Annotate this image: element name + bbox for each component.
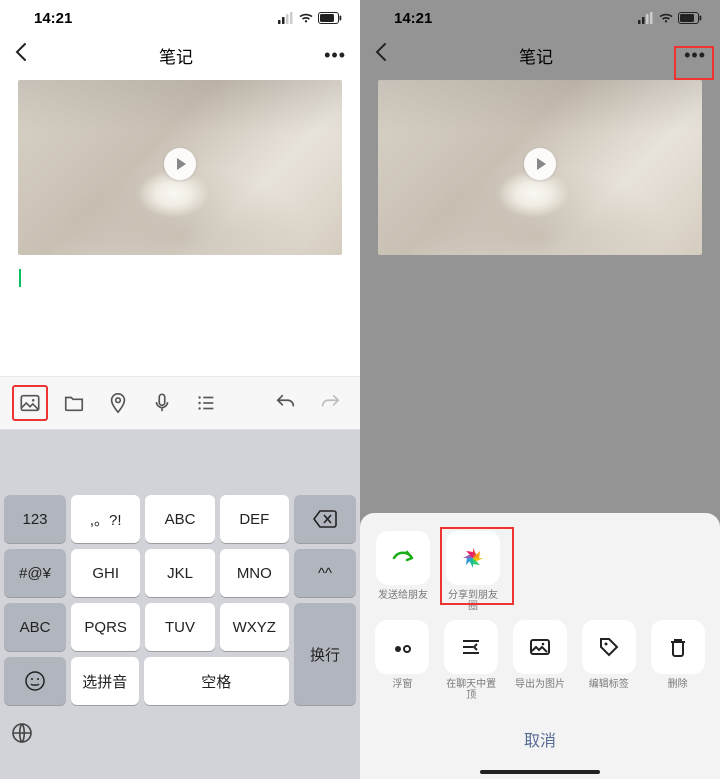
sheet-row-2: 浮窗 在聊天中置顶 导出为图片 编辑标签 删除 xyxy=(360,620,720,701)
key-backspace[interactable] xyxy=(294,495,356,543)
sheet-item-edit-tag[interactable]: 编辑标签 xyxy=(580,620,637,701)
wifi-icon xyxy=(658,12,674,24)
keyboard: 123 ,。?! ABC DEF #@¥ GHI JKL MNO ^^ ABC … xyxy=(0,430,360,779)
status-time-r: 14:21 xyxy=(394,10,432,27)
key-select-pinyin[interactable]: 选拼音 xyxy=(71,657,139,705)
sheet-cancel[interactable]: 取消 xyxy=(360,713,720,751)
page-title: 笔记 xyxy=(28,43,324,68)
float-icon xyxy=(390,635,414,659)
key-wxyz[interactable]: WXYZ xyxy=(220,603,289,651)
key-symbols[interactable]: #@¥ xyxy=(4,549,66,597)
mic-icon[interactable] xyxy=(144,385,180,421)
key-jkl[interactable]: JKL xyxy=(145,549,214,597)
pin-icon xyxy=(459,635,483,659)
text-cursor xyxy=(19,269,21,287)
action-sheet: 发送给朋友 xyxy=(360,513,720,779)
back-button-r[interactable] xyxy=(374,42,388,68)
smiley-icon xyxy=(24,670,46,692)
nav-bar-r: 笔记 ••• xyxy=(360,32,720,80)
screen-right: 14:21 笔记 ••• 发送给朋友 xyxy=(360,0,720,779)
key-mno[interactable]: MNO xyxy=(220,549,289,597)
status-time: 14:21 xyxy=(34,10,72,27)
more-button-r[interactable]: ••• xyxy=(684,45,706,66)
video-thumbnail-r[interactable] xyxy=(378,80,702,255)
play-icon xyxy=(164,148,196,180)
highlight-moments xyxy=(440,527,514,605)
tag-icon xyxy=(597,635,621,659)
key-pqrs[interactable]: PQRS xyxy=(71,603,140,651)
key-tuv[interactable]: TUV xyxy=(145,603,214,651)
sheet-item-float[interactable]: 浮窗 xyxy=(374,620,431,701)
battery-icon xyxy=(318,12,342,24)
editor-toolbar xyxy=(0,376,360,430)
image-icon[interactable] xyxy=(12,385,48,421)
key-punct[interactable]: ,。?! xyxy=(71,495,140,543)
undo-icon[interactable] xyxy=(268,385,304,421)
home-indicator xyxy=(480,770,600,774)
status-bar-r: 14:21 xyxy=(360,0,720,32)
key-return[interactable]: 换行 xyxy=(294,603,356,705)
signal-icon xyxy=(638,12,654,24)
folder-icon[interactable] xyxy=(56,385,92,421)
more-button[interactable]: ••• xyxy=(324,45,346,66)
screen-left: 14:21 笔记 ••• xyxy=(0,0,360,779)
redo-icon[interactable] xyxy=(312,385,348,421)
status-bar: 14:21 xyxy=(0,0,360,32)
sheet-row-1: 发送给朋友 xyxy=(360,531,720,612)
signal-icon xyxy=(278,12,294,24)
video-thumbnail[interactable] xyxy=(18,80,342,255)
globe-icon[interactable] xyxy=(10,721,34,750)
page-title-r: 笔记 xyxy=(388,43,684,68)
key-space[interactable]: 空格 xyxy=(144,657,289,705)
sheet-item-pin[interactable]: 在聊天中置顶 xyxy=(443,620,500,701)
note-content-r xyxy=(360,80,720,255)
nav-bar: 笔记 ••• xyxy=(0,32,360,80)
back-button[interactable] xyxy=(14,42,28,68)
sheet-item-share-friend[interactable]: 发送给朋友 xyxy=(374,531,432,612)
wifi-icon xyxy=(298,12,314,24)
key-123[interactable]: 123 xyxy=(4,495,66,543)
key-smiley[interactable] xyxy=(4,657,66,705)
share-friend-icon xyxy=(389,544,417,572)
sheet-item-delete[interactable]: 删除 xyxy=(649,620,706,701)
key-caret[interactable]: ^^ xyxy=(294,549,356,597)
status-indicators xyxy=(278,12,342,24)
trash-icon xyxy=(666,635,690,659)
export-image-icon xyxy=(528,635,552,659)
list-icon[interactable] xyxy=(188,385,224,421)
play-icon xyxy=(524,148,556,180)
status-indicators-r xyxy=(638,12,702,24)
note-content xyxy=(0,80,360,287)
key-abc-mode[interactable]: ABC xyxy=(4,603,66,651)
battery-icon xyxy=(678,12,702,24)
location-icon[interactable] xyxy=(100,385,136,421)
key-ghi[interactable]: GHI xyxy=(71,549,140,597)
backspace-icon xyxy=(313,510,337,528)
key-abc[interactable]: ABC xyxy=(145,495,214,543)
key-def[interactable]: DEF xyxy=(220,495,289,543)
sheet-item-export[interactable]: 导出为图片 xyxy=(512,620,569,701)
